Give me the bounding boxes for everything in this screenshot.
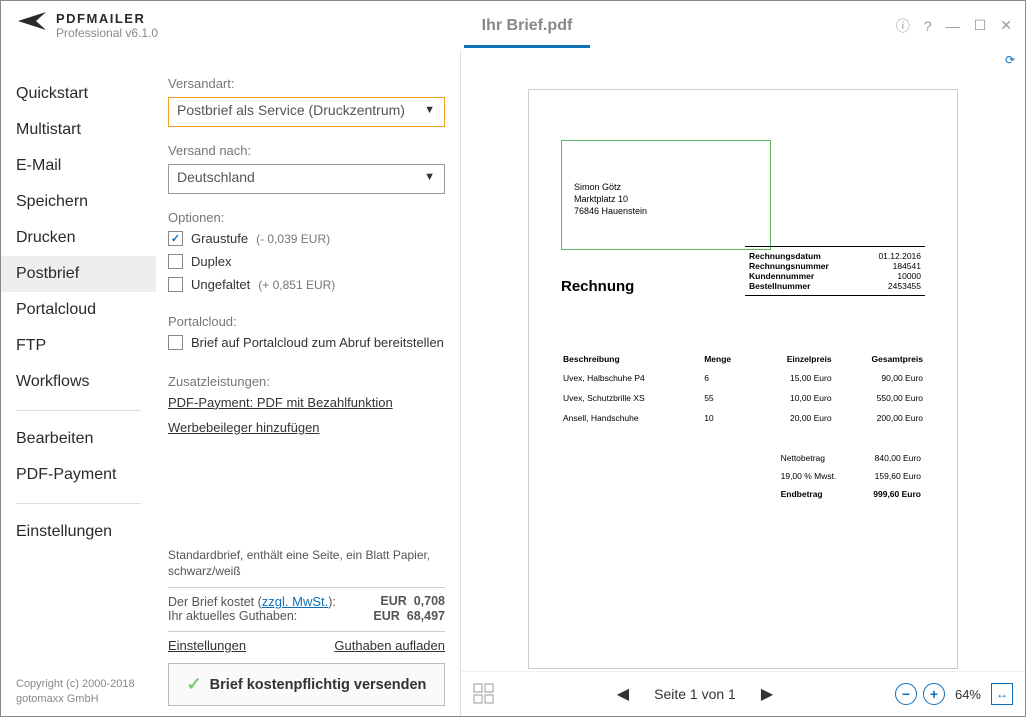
document-title: Ihr Brief.pdf bbox=[158, 3, 896, 48]
versandart-select[interactable]: Postbrief als Service (Druckzentrum) bbox=[168, 97, 445, 127]
sidebar-item-bearbeiten[interactable]: Bearbeiten bbox=[1, 421, 156, 457]
app-version: Professional v6.1.0 bbox=[56, 26, 158, 40]
invoice-table: Beschreibung Menge Einzelpreis Gesamtpre… bbox=[561, 350, 925, 428]
pdf-page: Simon Götz Marktplatz 10 76846 Hauenstei… bbox=[528, 89, 958, 669]
settings-panel: Versandart: Postbrief als Service (Druck… bbox=[156, 51, 461, 716]
zoom-in-button[interactable]: + bbox=[923, 683, 945, 705]
duplex-label: Duplex bbox=[191, 254, 231, 269]
ungefaltet-checkbox[interactable] bbox=[168, 277, 183, 292]
topup-link[interactable]: Guthaben aufladen bbox=[334, 638, 445, 653]
info-icon[interactable]: ⓘ bbox=[896, 16, 910, 36]
check-icon: ✓ bbox=[187, 674, 202, 695]
zusatz-label: Zusatzleistungen: bbox=[168, 374, 445, 389]
zoom-percent: 64% bbox=[955, 687, 981, 702]
app-logo-icon bbox=[16, 10, 48, 42]
sidebar-item-ftp[interactable]: FTP bbox=[1, 328, 156, 364]
sidebar-item-postbrief[interactable]: Postbrief bbox=[1, 256, 156, 292]
portalcloud-label: Portalcloud: bbox=[168, 314, 445, 329]
titlebar: PDFMAILER Professional v6.1.0 Ihr Brief.… bbox=[1, 1, 1025, 51]
sidebar: QuickstartMultistartE-MailSpeichernDruck… bbox=[1, 51, 156, 716]
sidebar-item-drucken[interactable]: Drucken bbox=[1, 220, 156, 256]
address-box: Simon Götz Marktplatz 10 76846 Hauenstei… bbox=[561, 140, 771, 250]
thumbnail-grid-icon[interactable] bbox=[473, 683, 495, 705]
help-icon[interactable]: ? bbox=[924, 18, 932, 34]
sidebar-item-pdf-payment[interactable]: PDF-Payment bbox=[1, 457, 156, 493]
divider bbox=[16, 503, 141, 504]
optionen-label: Optionen: bbox=[168, 210, 445, 225]
sidebar-item-einstellungen[interactable]: Einstellungen bbox=[1, 514, 156, 550]
maximize-icon[interactable]: ☐ bbox=[974, 17, 987, 34]
sidebar-item-multistart[interactable]: Multistart bbox=[1, 112, 156, 148]
versandnach-label: Versand nach: bbox=[168, 143, 445, 158]
settings-link[interactable]: Einstellungen bbox=[168, 638, 246, 653]
summary-text: Standardbrief, enthält eine Seite, ein B… bbox=[168, 547, 445, 579]
preview-pane: ⟳ Simon Götz Marktplatz 10 76846 Hauenst… bbox=[461, 51, 1025, 716]
graustufe-label: Graustufe bbox=[191, 231, 248, 246]
preview-footer: ◀ Seite 1 von 1 ▶ − + 64% ↔ bbox=[461, 671, 1025, 716]
app-name: PDFMAILER bbox=[56, 11, 158, 26]
portalcloud-checkbox[interactable] bbox=[168, 335, 183, 350]
sidebar-item-e-mail[interactable]: E-Mail bbox=[1, 148, 156, 184]
pager: ◀ Seite 1 von 1 ▶ bbox=[505, 684, 885, 704]
close-icon[interactable]: ✕ bbox=[1000, 17, 1012, 34]
sidebar-item-portalcloud[interactable]: Portalcloud bbox=[1, 292, 156, 328]
balance-label: Ihr aktuelles Guthaben: bbox=[168, 609, 297, 623]
portalcloud-opt-label: Brief auf Portalcloud zum Abruf bereitst… bbox=[191, 335, 444, 352]
refresh-icon[interactable]: ⟳ bbox=[1005, 53, 1015, 67]
graustufe-checkbox[interactable] bbox=[168, 231, 183, 246]
invoice-totals: Nettobetrag840,00 Euro19,00 % Mwst.159,6… bbox=[561, 448, 925, 504]
werbebeileger-link[interactable]: Werbebeileger hinzufügen bbox=[168, 420, 320, 435]
page-indicator: Seite 1 von 1 bbox=[654, 686, 736, 702]
copyright: Copyright (c) 2000-2018 gotomaxx GmbH bbox=[1, 667, 156, 716]
app-title-block: PDFMAILER Professional v6.1.0 bbox=[56, 11, 158, 40]
duplex-checkbox[interactable] bbox=[168, 254, 183, 269]
prev-page-button[interactable]: ◀ bbox=[617, 684, 629, 704]
zzgl-mwst-link[interactable]: zzgl. MwSt. bbox=[262, 594, 328, 609]
next-page-button[interactable]: ▶ bbox=[761, 684, 773, 704]
ungefaltet-label: Ungefaltet bbox=[191, 277, 250, 292]
zoom-controls: − + 64% ↔ bbox=[895, 683, 1013, 705]
fit-width-button[interactable]: ↔ bbox=[991, 683, 1013, 705]
minimize-icon[interactable]: — bbox=[946, 18, 960, 34]
versandnach-select[interactable]: Deutschland bbox=[168, 164, 445, 194]
divider bbox=[16, 410, 141, 411]
versandart-label: Versandart: bbox=[168, 76, 445, 91]
sidebar-item-workflows[interactable]: Workflows bbox=[1, 364, 156, 400]
invoice-info-box: Rechnungsdatum01.12.2016Rechnungsnummer1… bbox=[745, 246, 925, 296]
sidebar-item-quickstart[interactable]: Quickstart bbox=[1, 76, 156, 112]
pdf-payment-link[interactable]: PDF-Payment: PDF mit Bezahlfunktion bbox=[168, 395, 393, 410]
sidebar-item-speichern[interactable]: Speichern bbox=[1, 184, 156, 220]
send-button[interactable]: ✓ Brief kostenpflichtig versenden bbox=[168, 663, 445, 706]
window-controls: ⓘ ? — ☐ ✕ bbox=[896, 16, 1020, 36]
zoom-out-button[interactable]: − bbox=[895, 683, 917, 705]
